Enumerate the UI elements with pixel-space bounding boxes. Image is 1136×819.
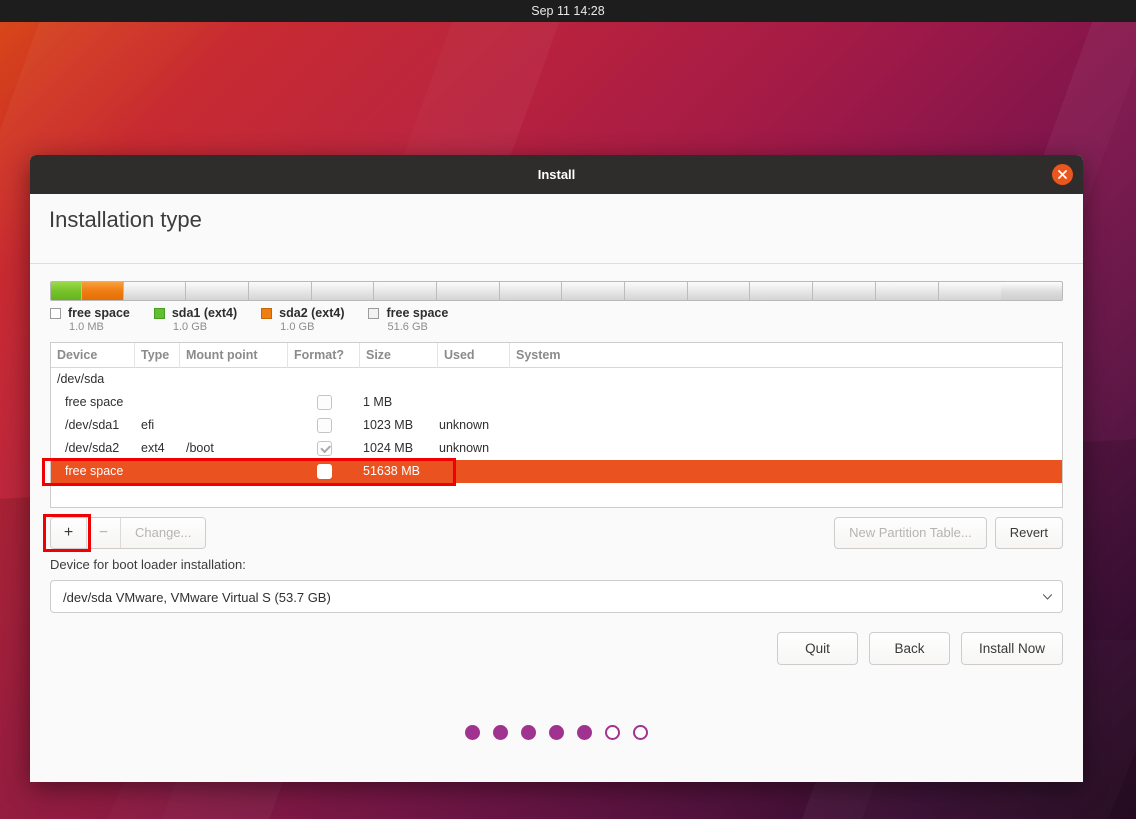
- dialog-title: Install: [537, 167, 576, 182]
- cell-size: 1024 MB: [363, 441, 414, 455]
- disk-segment-sda1: [51, 282, 83, 300]
- page-title: Installation type: [49, 207, 202, 232]
- footer-buttons: Quit Back Install Now: [766, 632, 1063, 665]
- cell-device: free space: [65, 395, 124, 409]
- disk-segment-free: [813, 282, 876, 300]
- disk-segment-sda2: [82, 282, 124, 300]
- column-header-mount-point[interactable]: Mount point: [180, 343, 288, 368]
- cell-used: unknown: [439, 441, 490, 455]
- table-row-selected[interactable]: free space 51638 MB: [51, 460, 1062, 483]
- disk-segment-free: [625, 282, 688, 300]
- table-row[interactable]: /dev/sda1 efi 1023 MB unknown: [51, 414, 1062, 437]
- cell-device: /dev/sda: [57, 372, 105, 386]
- table-header-row: Device Type Mount point Format? Size Use…: [51, 343, 1062, 368]
- install-dialog: Install Installation type free space 1.0…: [30, 155, 1083, 782]
- disk-segment-free: [249, 282, 312, 300]
- pagination-dot[interactable]: [549, 725, 564, 740]
- cell-type: efi: [141, 418, 155, 432]
- column-header-system[interactable]: System: [510, 343, 1062, 368]
- close-icon[interactable]: [1052, 164, 1073, 185]
- disk-segment-free: [750, 282, 814, 300]
- install-now-button[interactable]: Install Now: [960, 632, 1063, 665]
- cell-device: /dev/sda2: [65, 441, 120, 455]
- change-partition-button[interactable]: Change...: [121, 518, 206, 548]
- legend-label: free space: [68, 306, 130, 320]
- bootloader-label: Device for boot loader installation:: [50, 557, 246, 572]
- disk-segment-free: [499, 282, 563, 300]
- cell-used: unknown: [439, 418, 490, 432]
- pagination-dot[interactable]: [633, 725, 648, 740]
- clock[interactable]: Sep 11 14:28: [0, 0, 1136, 22]
- legend-swatch-icon: [50, 307, 61, 319]
- format-checkbox[interactable]: [317, 464, 332, 479]
- legend-item: free space 51.6 GB: [368, 306, 448, 333]
- pagination-dot[interactable]: [577, 725, 592, 740]
- partition-action-group: + − Change...: [50, 517, 207, 549]
- legend-label: sda2 (ext4): [279, 306, 345, 320]
- bootloader-selected-value: /dev/sda VMware, VMware Virtual S (53.7 …: [63, 590, 331, 605]
- table-row[interactable]: /dev/sda2 ext4 /boot 1024 MB unknown: [51, 437, 1062, 460]
- disk-segment-free: [374, 282, 438, 300]
- legend-swatch-icon: [153, 307, 165, 319]
- legend-item: sda1 (ext4) 1.0 GB: [153, 306, 238, 333]
- column-header-used[interactable]: Used: [438, 343, 510, 368]
- column-header-format[interactable]: Format?: [288, 343, 360, 368]
- legend-swatch-icon: [261, 307, 273, 319]
- disk-segment-free: [123, 282, 187, 300]
- legend-size: 51.6 GB: [387, 321, 428, 333]
- column-header-type[interactable]: Type: [135, 343, 180, 368]
- pagination-dot[interactable]: [521, 725, 536, 740]
- legend-label: free space: [386, 306, 449, 320]
- disk-segment-free: [687, 282, 751, 300]
- header-divider: [30, 263, 1083, 264]
- top-panel: Sep 11 14:28: [0, 0, 1136, 22]
- disk-usage-bar: [50, 281, 1063, 301]
- legend-label: sda1 (ext4): [171, 306, 238, 320]
- cell-size: 1 MB: [363, 395, 393, 409]
- disk-segment-free: [875, 282, 939, 300]
- remove-partition-button[interactable]: −: [87, 518, 121, 548]
- format-checkbox[interactable]: [317, 395, 332, 410]
- format-checkbox[interactable]: [317, 441, 332, 456]
- legend-size: 1.0 MB: [69, 321, 104, 333]
- disk-segment-free: [938, 282, 1002, 300]
- cell-mount: /boot: [186, 441, 214, 455]
- pagination-dots: [30, 725, 1083, 740]
- table-body: /dev/sda free space 1 MB /dev/sda1 efi 1…: [51, 368, 1062, 483]
- cell-device: free space: [65, 464, 124, 478]
- back-button[interactable]: Back: [868, 632, 950, 665]
- partition-legend: free space 1.0 MB sda1 (ext4) 1.0 GB sda…: [50, 306, 472, 333]
- column-header-size[interactable]: Size: [360, 343, 438, 368]
- partition-table[interactable]: Device Type Mount point Format? Size Use…: [50, 342, 1063, 508]
- column-header-device[interactable]: Device: [51, 343, 135, 368]
- disk-segment-free: [311, 282, 375, 300]
- format-checkbox[interactable]: [317, 418, 332, 433]
- table-row[interactable]: /dev/sda: [51, 368, 1062, 391]
- table-tools-group: New Partition Table... Revert: [826, 517, 1063, 549]
- cell-size: 1023 MB: [363, 418, 414, 432]
- pagination-dot[interactable]: [605, 725, 620, 740]
- add-partition-button[interactable]: +: [51, 518, 87, 548]
- new-partition-table-button[interactable]: New Partition Table...: [834, 517, 987, 549]
- pagination-dot[interactable]: [493, 725, 508, 740]
- legend-size: 1.0 GB: [280, 321, 315, 333]
- cell-device: /dev/sda1: [65, 418, 120, 432]
- quit-button[interactable]: Quit: [776, 632, 858, 665]
- bootloader-device-select[interactable]: /dev/sda VMware, VMware Virtual S (53.7 …: [50, 580, 1063, 613]
- legend-item: sda2 (ext4) 1.0 GB: [261, 306, 344, 333]
- legend-size: 1.0 GB: [172, 321, 208, 333]
- disk-segment-free: [186, 282, 250, 300]
- cell-size: 51638 MB: [363, 464, 420, 478]
- revert-button[interactable]: Revert: [994, 517, 1063, 549]
- disk-segment-free: [437, 282, 500, 300]
- chevron-down-icon: [1043, 594, 1052, 600]
- disk-segment-free: [562, 282, 626, 300]
- dialog-titlebar: Install: [30, 155, 1083, 194]
- legend-item: free space 1.0 MB: [50, 306, 130, 333]
- legend-swatch-icon: [368, 307, 380, 319]
- pagination-dot[interactable]: [465, 725, 480, 740]
- table-row[interactable]: free space 1 MB: [51, 391, 1062, 414]
- cell-type: ext4: [141, 441, 165, 455]
